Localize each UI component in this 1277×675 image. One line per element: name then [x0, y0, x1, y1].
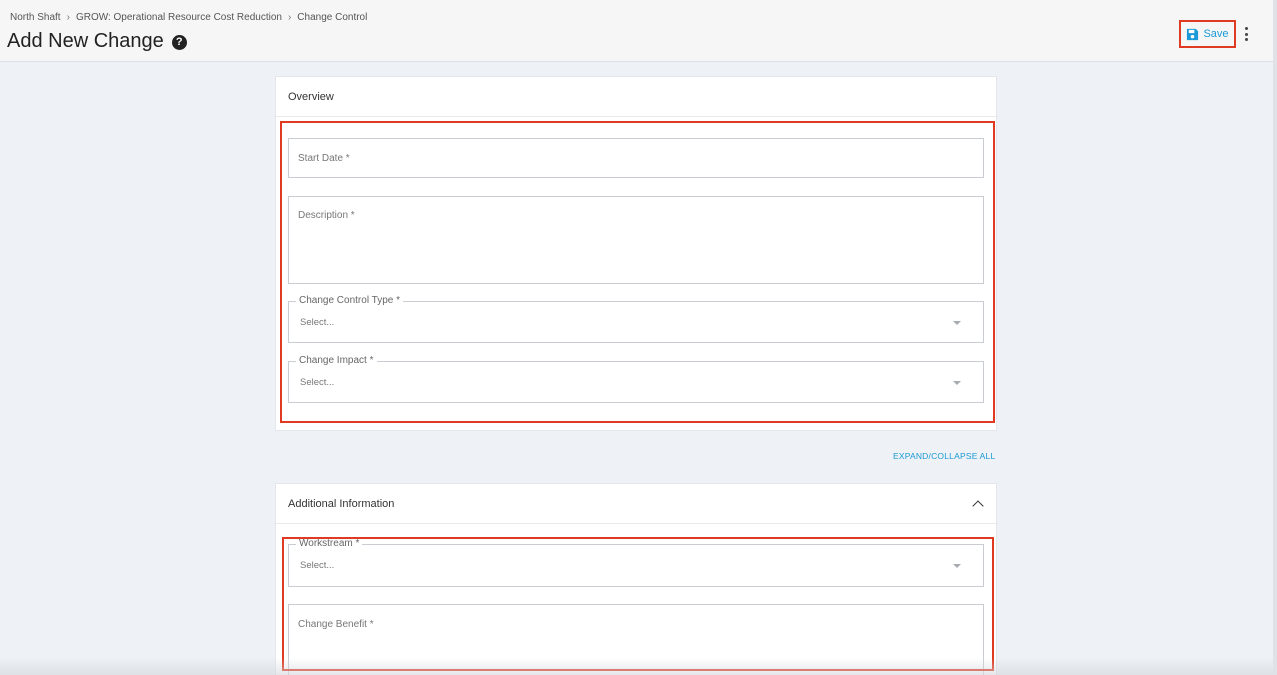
workstream-value: Select... [300, 560, 335, 571]
overview-title: Overview [288, 90, 334, 103]
save-button-label: Save [1203, 28, 1229, 40]
chevron-up-icon[interactable] [972, 499, 984, 512]
help-icon[interactable]: ? [171, 34, 187, 50]
expand-collapse-all-link[interactable]: EXPAND/COLLAPSE ALL [893, 451, 995, 461]
overview-header: Overview [276, 77, 996, 117]
additional-information-header[interactable]: Additional Information [276, 484, 996, 524]
description-field[interactable]: Description * [288, 196, 984, 284]
change-impact-select[interactable]: Change Impact * Select... [288, 355, 984, 403]
breadcrumb-link-change-control[interactable]: Change Control [297, 12, 367, 23]
chevron-down-icon [953, 321, 961, 325]
change-benefit-label: Change Benefit * [298, 619, 374, 630]
page-title: Add New Change ? [7, 30, 187, 53]
change-control-type-label: Change Control Type * [296, 295, 403, 306]
breadcrumb-separator: › [287, 12, 292, 23]
breadcrumb-separator: › [66, 12, 70, 23]
overview-card: Overview Start Date * Description * Chan… [275, 76, 997, 431]
page-header: North Shaft › GROW: Operational Resource… [0, 0, 1273, 62]
change-control-type-select[interactable]: Change Control Type * Select... [288, 295, 984, 343]
start-date-label: Start Date * [298, 153, 350, 164]
breadcrumb-link-grow[interactable]: GROW: Operational Resource Cost Reductio… [76, 12, 282, 23]
additional-information-card: Additional Information Workstream * Sele… [275, 483, 997, 675]
additional-information-title: Additional Information [288, 497, 395, 510]
change-impact-label: Change Impact * [296, 355, 377, 366]
change-impact-value: Select... [300, 377, 335, 388]
page-title-text: Add New Change [7, 30, 164, 52]
chevron-down-icon [953, 564, 961, 568]
breadcrumb-link-north-shaft[interactable]: North Shaft [10, 12, 61, 23]
description-label: Description * [298, 210, 355, 221]
scrollbar[interactable] [1273, 0, 1277, 675]
breadcrumb: North Shaft › GROW: Operational Resource… [10, 12, 367, 23]
chevron-down-icon [953, 381, 961, 385]
save-icon [1187, 28, 1199, 40]
more-options-icon[interactable] [1241, 26, 1251, 42]
workstream-select[interactable]: Workstream * Select... [288, 538, 984, 587]
change-control-type-value: Select... [300, 317, 335, 328]
save-button[interactable]: Save [1179, 20, 1236, 48]
bottom-shadow [0, 658, 1273, 675]
workstream-label: Workstream * [296, 538, 363, 549]
start-date-field[interactable]: Start Date * [288, 138, 984, 178]
